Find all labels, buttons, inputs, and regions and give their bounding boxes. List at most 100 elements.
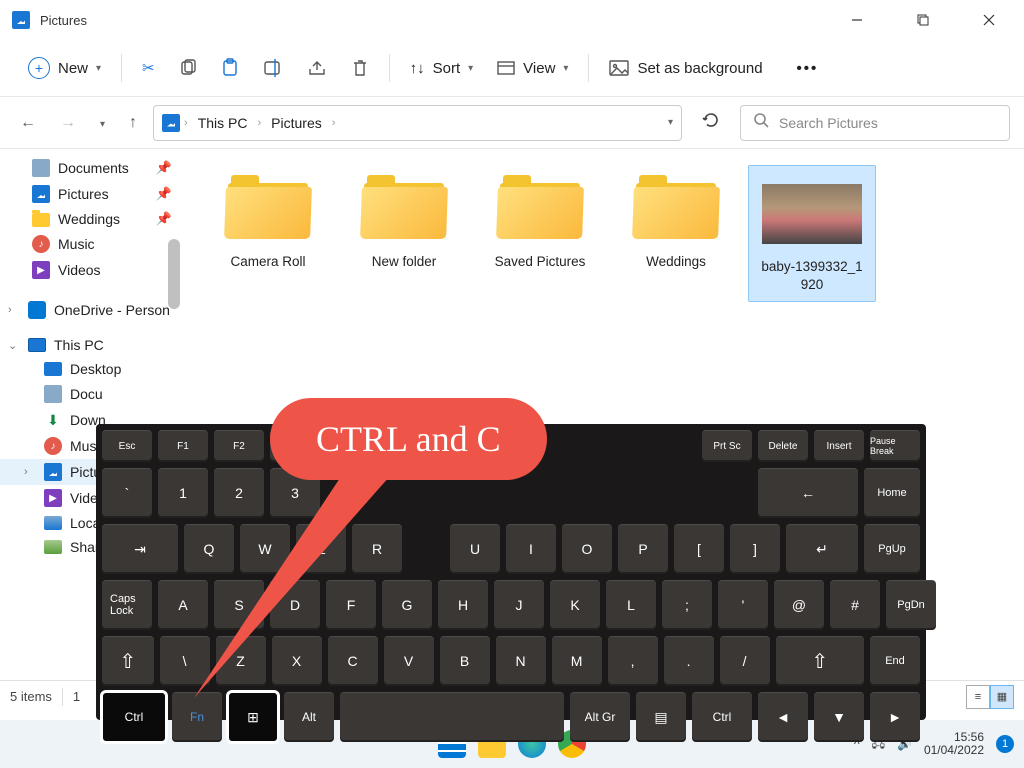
key-l: L (606, 580, 656, 630)
pin-icon: 📌 (156, 186, 172, 202)
app-icon (12, 11, 30, 29)
key-backtick: ` (102, 468, 152, 518)
key-ctrl-right: Ctrl (692, 692, 752, 742)
copy-button[interactable] (169, 53, 207, 83)
callout-arrow (160, 458, 400, 708)
search-box[interactable] (740, 105, 1010, 141)
folder-savedpictures[interactable]: Saved Pictures (476, 165, 604, 302)
folder-cameraroll[interactable]: Camera Roll (204, 165, 332, 302)
key-prtsc: Prt Sc (702, 430, 752, 462)
key-i: I (506, 524, 556, 574)
key-bracket-open: [ (674, 524, 724, 574)
key-n: N (496, 636, 546, 686)
key-u: U (450, 524, 500, 574)
delete-button[interactable] (341, 52, 379, 84)
sidebar-item-pictures[interactable]: Pictures📌 (0, 181, 180, 207)
sidebar-item-desktop[interactable]: Desktop (0, 357, 180, 381)
plus-icon: + (28, 57, 50, 79)
key-slash: / (720, 636, 770, 686)
new-button[interactable]: + New ▾ (18, 51, 111, 85)
view-button[interactable]: View ▾ (487, 54, 578, 83)
set-background-button[interactable]: Set as background (599, 54, 772, 83)
key-period: . (664, 636, 714, 686)
sidebar-item-music[interactable]: ♪Music (0, 231, 180, 257)
key-delete: Delete (758, 430, 808, 462)
key-arrow-left: ◄ (758, 692, 808, 742)
key-bracket-close: ] (730, 524, 780, 574)
file-baby-image[interactable]: baby-1399332_1 920 (748, 165, 876, 302)
up-button[interactable]: ↑ (123, 108, 143, 138)
sidebar-item-thispc[interactable]: ⌄This PC (0, 333, 180, 357)
key-arrow-right: ► (870, 692, 920, 742)
address-bar[interactable]: › This PC › Pictures › ▾ (153, 105, 682, 141)
history-dropdown[interactable]: ▾ (668, 117, 673, 128)
folder-weddings[interactable]: Weddings (612, 165, 740, 302)
sidebar-item-weddings[interactable]: Weddings📌 (0, 207, 180, 231)
sort-icon: ↑↓ (410, 60, 425, 77)
pin-icon: 📌 (156, 211, 172, 227)
key-menu: ▤ (636, 692, 686, 742)
paste-button[interactable] (211, 52, 249, 84)
callout: CTRL and C (270, 398, 547, 480)
key-pgup: PgUp (864, 524, 920, 574)
share-icon (307, 59, 327, 77)
breadcrumb-pictures[interactable]: Pictures (265, 111, 328, 135)
back-button[interactable]: ← (14, 108, 42, 138)
scissors-icon: ✂ (142, 59, 155, 77)
folder-newfolder[interactable]: New folder (340, 165, 468, 302)
key-esc: Esc (102, 430, 152, 462)
minimize-button[interactable] (834, 4, 880, 36)
close-button[interactable] (966, 4, 1012, 36)
sidebar-item-videos[interactable]: ▶Videos (0, 257, 180, 283)
rename-icon (263, 59, 283, 77)
sidebar-scrollbar[interactable] (168, 239, 180, 309)
key-comma: , (608, 636, 658, 686)
key-m: M (552, 636, 602, 686)
sort-label: Sort (433, 60, 461, 77)
breadcrumb-thispc[interactable]: This PC (192, 111, 254, 135)
refresh-button[interactable] (692, 105, 730, 140)
key-home: Home (864, 468, 920, 518)
key-b: B (440, 636, 490, 686)
search-input[interactable] (779, 115, 997, 131)
search-icon (753, 112, 769, 133)
sort-button[interactable]: ↑↓ Sort ▾ (400, 54, 484, 83)
key-capslock: Caps Lock (102, 580, 152, 630)
image-thumbnail (762, 184, 862, 244)
recent-locations-button[interactable]: ▾ (94, 108, 111, 138)
key-ctrl-left: Ctrl (102, 692, 166, 742)
icons-view-button[interactable]: ▦ (990, 685, 1014, 709)
key-insert: Insert (814, 430, 864, 462)
picture-icon (609, 60, 629, 76)
share-button[interactable] (297, 53, 337, 83)
key-pgdn: PgDn (886, 580, 936, 630)
maximize-button[interactable] (900, 4, 946, 36)
view-label: View (523, 60, 555, 77)
details-view-button[interactable]: ≡ (966, 685, 990, 709)
rename-button[interactable] (253, 53, 293, 83)
tray-notification-badge[interactable]: 1 (996, 735, 1014, 753)
selected-count: 1 (73, 689, 80, 704)
tray-clock[interactable]: 15:56 01/04/2022 (924, 731, 984, 757)
key-hash: # (830, 580, 880, 630)
key-shift-right: ⇧ (776, 636, 864, 686)
sidebar-item-onedrive[interactable]: ›OneDrive - Person (0, 297, 180, 323)
key-semicolon: ; (662, 580, 712, 630)
sidebar-item-docs[interactable]: Docu (0, 381, 180, 407)
key-enter: ↵ (786, 524, 858, 574)
forward-button[interactable]: → (54, 108, 82, 138)
sidebar-item-documents[interactable]: Documents📌 (0, 155, 180, 181)
more-button[interactable]: ••• (787, 54, 829, 83)
window-title: Pictures (40, 13, 87, 28)
copy-icon (179, 59, 197, 77)
key-p: P (618, 524, 668, 574)
paste-icon (221, 58, 239, 78)
chevron-down-icon: ▾ (96, 63, 101, 74)
key-end: End (870, 636, 920, 686)
cut-button[interactable]: ✂ (132, 53, 165, 83)
key-o: O (562, 524, 612, 574)
location-icon (162, 114, 180, 132)
title-bar: Pictures (0, 0, 1024, 40)
key-shift-left: ⇧ (102, 636, 154, 686)
key-at: @ (774, 580, 824, 630)
